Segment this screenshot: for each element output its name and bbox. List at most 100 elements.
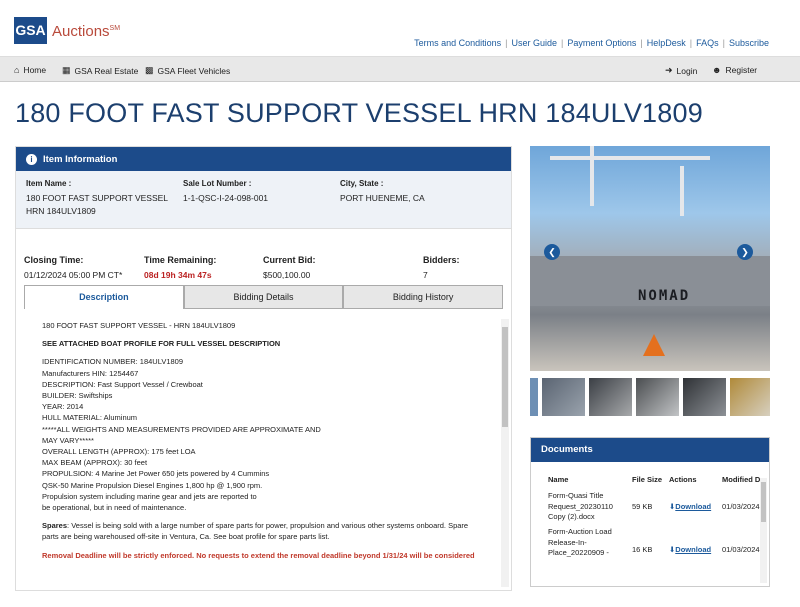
- tab-description[interactable]: Description: [24, 285, 184, 309]
- doc-name-line: Form-Auction Load: [548, 527, 612, 536]
- tab-bidding-details[interactable]: Bidding Details: [183, 285, 344, 309]
- item-name-value-line2: HRN 184ULV1809: [26, 206, 96, 216]
- current-bid-value: $500,100.00: [263, 270, 311, 280]
- spec-line: Manufacturers HIN: 1254467: [42, 368, 139, 378]
- carousel-prev-button[interactable]: ❮: [544, 244, 560, 260]
- nav-register-label: Register: [725, 65, 758, 75]
- doc-modified: 01/03/2024: [722, 545, 760, 554]
- download-label: Download: [675, 502, 712, 511]
- time-remaining-value: 08d 19h 34m 47s: [144, 270, 212, 280]
- col-modified-header: Modified D: [722, 475, 761, 484]
- spec-line: HULL MATERIAL: Aluminum: [42, 413, 138, 423]
- mast-graphic: [680, 166, 684, 216]
- nav-login-label: Login: [676, 65, 698, 76]
- payment-options-link[interactable]: Payment Options: [567, 38, 636, 48]
- spec-line: YEAR: 2014: [42, 402, 84, 412]
- lot-number-label: Sale Lot Number :: [183, 179, 252, 188]
- page-title: 180 FOOT FAST SUPPORT VESSEL HRN 184ULV1…: [15, 98, 703, 128]
- detail-tabs: Description Bidding Details Bidding Hist…: [24, 285, 504, 309]
- thumbnail[interactable]: [730, 378, 770, 416]
- current-bid-label: Current Bid:: [263, 255, 316, 265]
- city-state-value: PORT HUENEME, CA: [340, 193, 425, 203]
- time-remaining: Time Remaining: 08d 19h 34m 47s: [144, 255, 216, 280]
- building-icon: ▦: [62, 65, 71, 75]
- removal-warning: Removal Deadline will be strictly enforc…: [42, 550, 475, 560]
- description-scroll-thumb[interactable]: [502, 327, 508, 427]
- spec-line: MAY VARY*****: [42, 435, 94, 445]
- faqs-link[interactable]: FAQs: [696, 38, 719, 48]
- lot-number-field: Sale Lot Number : 1-1-QSC-I-24-098-001: [183, 179, 268, 205]
- spec-line: be operational, but in need of maintenan…: [42, 503, 187, 513]
- doc-name: Form-Quasi Title Request_20230110 Copy (…: [548, 491, 613, 523]
- main-nav: ⌂ Home ▦ GSA Real Estate ▩ GSA Fleet Veh…: [0, 56, 800, 82]
- boat-lettering: NOMAD: [638, 288, 691, 304]
- doc-name-line: Place_20220909 -: [548, 548, 609, 557]
- carousel-next-button[interactable]: ❯: [737, 244, 753, 260]
- doc-name-line: Copy (2).docx: [548, 512, 595, 521]
- download-link[interactable]: ⬇Download: [669, 502, 711, 511]
- download-link[interactable]: ⬇Download: [669, 545, 711, 554]
- bidders: Bidders: 7: [423, 255, 460, 280]
- time-remaining-label: Time Remaining:: [144, 255, 217, 265]
- photo-thumbnails: [530, 378, 770, 416]
- item-information-title: Item Information: [43, 153, 118, 165]
- nav-login[interactable]: ➜ Login: [665, 65, 697, 76]
- top-links: Terms and Conditions | User Guide | Paymen…: [414, 38, 769, 48]
- helpdesk-link[interactable]: HelpDesk: [647, 38, 686, 48]
- service-mark: SM: [109, 25, 121, 32]
- terms-link[interactable]: Terms and Conditions: [414, 38, 501, 48]
- closing-time-label: Closing Time:: [24, 255, 84, 265]
- thumbnail[interactable]: [636, 378, 679, 416]
- spec-line: *****ALL WEIGHTS AND MEASUREMENTS PROVID…: [42, 424, 321, 434]
- nav-home-label: Home: [23, 65, 47, 75]
- lot-number-value: 1-1-QSC-I-24-098-001: [183, 193, 269, 203]
- doc-name: Form-Auction Load Release-In- Place_2022…: [548, 527, 612, 559]
- closing-time: Closing Time: 01/12/2024 05:00 PM CT*: [24, 255, 122, 280]
- auctions-wordmark[interactable]: AuctionsSM: [52, 23, 120, 40]
- nav-real-estate[interactable]: ▦ GSA Real Estate: [62, 65, 138, 76]
- spec-line: OVERALL LENGTH (APPROX): 175 feet LOA: [42, 447, 196, 457]
- documents-scrollbar[interactable]: [760, 478, 767, 583]
- photo-carousel[interactable]: NOMAD ❮ ❯: [530, 146, 770, 371]
- bidders-label: Bidders:: [423, 255, 460, 265]
- user-guide-link[interactable]: User Guide: [511, 38, 557, 48]
- col-name-header: Name: [548, 475, 569, 484]
- thumbnail[interactable]: [530, 378, 538, 416]
- doc-name-line: Request_20230110: [548, 501, 613, 511]
- documents-panel: Documents Name File Size Actions Modifie…: [530, 437, 770, 587]
- home-icon: ⌂: [14, 65, 20, 75]
- gsa-logo[interactable]: GSA: [14, 17, 47, 44]
- description-content: 180 FOOT FAST SUPPORT VESSEL - HRN 184UL…: [16, 311, 511, 591]
- auctions-name: Auctions: [52, 23, 110, 40]
- spares-paragraph: Spares: Vessel is being sold with a larg…: [42, 520, 481, 542]
- doc-size: 16 KB: [632, 545, 653, 554]
- login-icon: ➜: [665, 65, 673, 75]
- doc-name-line: Form-Quasi Title: [548, 491, 604, 500]
- spec-line: IDENTIFICATION NUMBER: 184ULV1809: [42, 357, 184, 367]
- spec-line: DESCRIPTION: Fast Support Vessel / Crewb…: [42, 379, 203, 389]
- nav-home[interactable]: ⌂ Home: [14, 65, 46, 75]
- documents-scroll-thumb[interactable]: [761, 482, 766, 522]
- nav-fleet-label: GSA Fleet Vehicles: [157, 65, 231, 76]
- item-information-header: i Item Information: [16, 147, 511, 171]
- description-scrollbar[interactable]: [501, 319, 509, 587]
- thumbnail[interactable]: [542, 378, 585, 416]
- truck-icon: ▩: [145, 65, 154, 75]
- closing-time-value: 01/12/2024 05:00 PM CT*: [24, 270, 123, 280]
- spec-line: Propulsion system including marine gear …: [42, 491, 257, 501]
- spec-line: MAX BEAM (APPROX): 30 feet: [42, 458, 148, 468]
- documents-title: Documents: [531, 438, 769, 462]
- spec-line: QSK-50 Marine Propulsion Diesel Engines …: [42, 480, 263, 490]
- tab-bidding-history[interactable]: Bidding History: [343, 285, 504, 309]
- city-state-label: City, State :: [340, 179, 384, 188]
- thumbnail[interactable]: [589, 378, 632, 416]
- nav-register[interactable]: ☻ Register: [712, 65, 757, 75]
- doc-size: 59 KB: [632, 502, 653, 511]
- item-name-value-line1: 180 FOOT FAST SUPPORT VESSEL: [26, 193, 169, 203]
- top-header: GSA AuctionsSM Terms and Conditions | Use…: [0, 0, 800, 56]
- subscribe-link[interactable]: Subscribe: [729, 38, 769, 48]
- nav-fleet[interactable]: ▩ GSA Fleet Vehicles: [145, 65, 230, 76]
- description-heading: 180 FOOT FAST SUPPORT VESSEL - HRN 184UL…: [42, 321, 236, 330]
- thumbnail[interactable]: [683, 378, 726, 416]
- item-name-label: Item Name :: [26, 179, 72, 188]
